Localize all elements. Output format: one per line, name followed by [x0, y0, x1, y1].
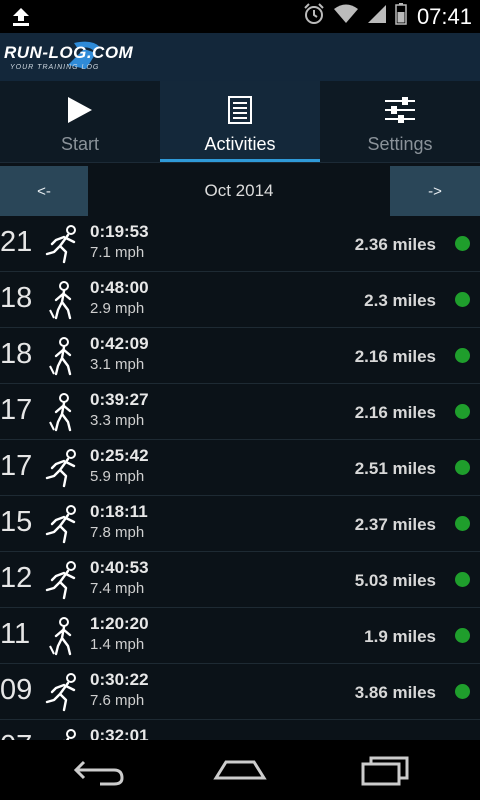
runner-icon [44, 224, 80, 264]
activity-row[interactable]: 18 0:42:09 3.1 mph 2.16 miles [0, 328, 480, 384]
sync-status-dot [455, 236, 470, 251]
prev-month-button[interactable]: <- [0, 166, 88, 216]
activity-day: 21 [0, 226, 33, 258]
activity-row[interactable]: 21 0:19:53 7.1 mph 2.36 miles [0, 216, 480, 272]
activity-distance: 1.9 miles [364, 627, 436, 646]
activity-distance: 2.16 miles [354, 403, 436, 422]
walker-icon [44, 392, 80, 432]
activity-duration: 0:39:27 [90, 390, 149, 409]
activity-distance: 2.3 miles [364, 291, 436, 310]
runner-icon [44, 672, 80, 712]
play-icon [67, 96, 93, 129]
tab-label: Settings [367, 134, 433, 154]
tab-start[interactable]: Start [0, 81, 160, 162]
activity-duration: 0:40:53 [90, 558, 149, 577]
activity-duration: 0:19:53 [90, 222, 149, 241]
home-icon[interactable] [210, 754, 270, 786]
activity-row[interactable]: 18 0:48:00 2.9 mph 2.3 miles [0, 272, 480, 328]
tab-settings[interactable]: Settings [320, 81, 480, 162]
activity-duration: 0:42:09 [90, 334, 149, 353]
walker-icon [44, 336, 80, 376]
next-month-button[interactable]: -> [390, 166, 480, 216]
tab-label: Start [60, 134, 99, 154]
signal-icon [367, 4, 387, 29]
activity-duration: 1:20:20 [90, 614, 149, 633]
activity-duration: 0:30:22 [90, 670, 149, 689]
activity-duration: 0:18:11 [90, 502, 148, 521]
activity-speed: 7.4 mph [90, 580, 145, 597]
activity-speed: 7.6 mph [90, 692, 145, 709]
activity-row[interactable]: 07 0:32:01 [0, 720, 480, 740]
activity-row[interactable]: 17 0:39:27 3.3 mph 2.16 miles [0, 384, 480, 440]
back-icon[interactable] [70, 754, 130, 786]
activity-row[interactable]: 12 0:40:53 7.4 mph 5.03 miles [0, 552, 480, 608]
logo-tagline: YOUR TRAINING LOG [10, 64, 100, 71]
system-nav-bar [0, 740, 480, 800]
activity-duration: 0:48:00 [90, 278, 149, 297]
activity-distance: 2.16 miles [354, 347, 436, 366]
activity-list: 21 0:19:53 7.1 mph 2.36 miles 18 0:48:00 2.9 m… [0, 216, 480, 740]
activity-day: 17 [0, 450, 33, 482]
sync-status-dot [455, 460, 470, 475]
activity-row[interactable]: 11 1:20:20 1.4 mph 1.9 miles [0, 608, 480, 664]
activity-day: 17 [0, 394, 33, 426]
battery-icon [395, 3, 407, 30]
activity-duration: 0:25:42 [90, 446, 149, 465]
sync-status-dot [455, 404, 470, 419]
tab-label: Activities [204, 134, 276, 154]
activity-day: 18 [0, 282, 33, 314]
tab-activities[interactable]: Activities [160, 81, 320, 162]
walker-icon [44, 280, 80, 320]
list-icon [228, 96, 252, 129]
activity-day: 09 [0, 674, 33, 706]
activity-day: 18 [0, 338, 33, 370]
activity-distance: 3.86 miles [354, 683, 436, 702]
runner-icon [44, 448, 80, 488]
activity-distance: 2.51 miles [354, 459, 436, 478]
activity-speed: 3.3 mph [90, 412, 145, 429]
activity-day: 11 [0, 618, 31, 650]
wifi-icon [333, 4, 359, 29]
activity-day: 07 [0, 730, 40, 740]
activity-duration: 0:32:01 [90, 726, 149, 740]
sync-status-dot [455, 572, 470, 587]
runner-icon [44, 504, 80, 544]
sync-status-dot [455, 516, 470, 531]
upload-icon [10, 7, 32, 32]
activity-speed: 7.1 mph [90, 244, 145, 261]
sync-status-dot [455, 628, 470, 643]
month-label: Oct 2014 [204, 181, 274, 200]
month-navigator: <- Oct 2014 -> [0, 166, 480, 216]
logo-text: RUN-LOG.COM [4, 43, 134, 62]
activity-speed: 7.8 mph [90, 524, 145, 541]
activity-speed: 2.9 mph [90, 300, 145, 317]
sync-status-dot [455, 348, 470, 363]
tab-bar: Start Activities Settings [0, 81, 480, 163]
status-bar: 07:41 [0, 0, 480, 33]
walker-icon [44, 616, 80, 656]
activity-distance: 2.37 miles [354, 515, 436, 534]
activity-speed: 3.1 mph [90, 356, 145, 373]
activity-day: 12 [0, 562, 33, 594]
activity-speed: 5.9 mph [90, 468, 145, 485]
activity-distance: 2.36 miles [354, 235, 436, 254]
activity-row[interactable]: 09 0:30:22 7.6 mph 3.86 miles [0, 664, 480, 720]
sync-status-dot [455, 292, 470, 307]
activity-distance: 5.03 miles [354, 571, 436, 590]
sliders-icon [384, 96, 416, 129]
activity-row[interactable]: 17 0:25:42 5.9 mph 2.51 miles [0, 440, 480, 496]
activity-row[interactable]: 15 0:18:11 7.8 mph 2.37 miles [0, 496, 480, 552]
active-tab-indicator [160, 159, 320, 162]
app-header: RUN-LOG.COM YOUR TRAINING LOG [0, 33, 480, 81]
activity-speed: 1.4 mph [90, 636, 145, 653]
runner-icon [44, 560, 80, 600]
recent-apps-icon[interactable] [355, 754, 415, 786]
activity-day: 15 [0, 506, 33, 538]
sync-status-dot [455, 684, 470, 699]
clock: 07:41 [416, 3, 472, 29]
app-logo: RUN-LOG.COM YOUR TRAINING LOG [4, 39, 144, 77]
alarm-icon [303, 3, 325, 30]
runner-icon [44, 728, 80, 740]
